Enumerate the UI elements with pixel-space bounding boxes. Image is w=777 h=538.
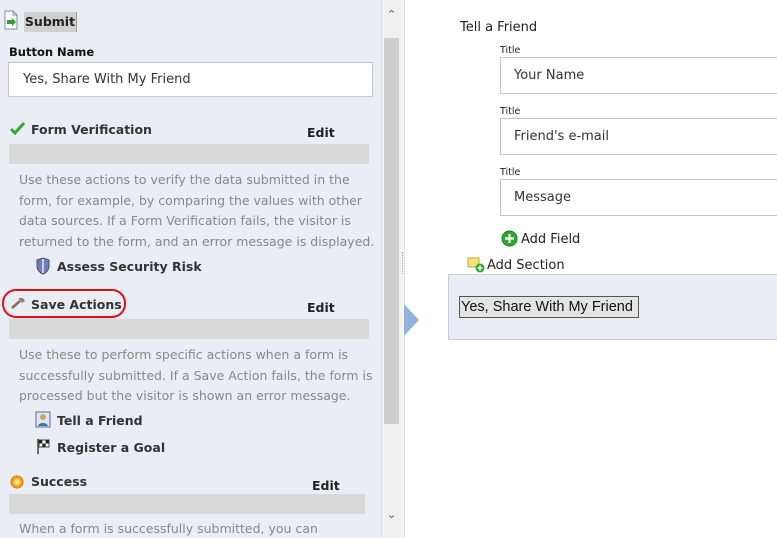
- form-title: Tell a Friend: [460, 20, 538, 35]
- success-drop-zone: [9, 494, 365, 514]
- add-section-link[interactable]: Add Section: [487, 258, 565, 273]
- field-title-label: Title: [500, 45, 521, 56]
- flag-icon: [35, 438, 51, 455]
- desc-line: form, for example, by comparing the valu…: [19, 192, 362, 208]
- success-heading: Success: [31, 474, 88, 489]
- preview-submit-button[interactable]: Yes, Share With My Friend: [459, 296, 639, 318]
- your-name-field[interactable]: [500, 57, 777, 94]
- save-actions-description: Use these to perform specific actions wh…: [19, 345, 372, 407]
- save-actions-edit-link[interactable]: Edit: [307, 300, 335, 315]
- desc-line: Use these actions to verify the data sub…: [19, 172, 350, 187]
- shield-icon: [35, 257, 51, 275]
- button-name-input[interactable]: [8, 62, 373, 97]
- desc-line: data sources. If a Form Verification fai…: [19, 213, 351, 228]
- vertical-scrollbar[interactable]: ⌃ ⌄: [381, 0, 402, 538]
- form-verification-description: Use these actions to verify the data sub…: [19, 170, 374, 252]
- submit-tab[interactable]: Submit: [24, 12, 77, 32]
- sun-icon: [10, 474, 24, 489]
- save-actions-highlight: [2, 289, 126, 318]
- desc-line: When a form is successfully submitted, y…: [19, 521, 318, 536]
- desc-line: returned to the form, and an error messa…: [19, 233, 375, 249]
- button-name-label: Button Name: [9, 45, 95, 59]
- page-add-icon[interactable]: [3, 10, 19, 30]
- message-field[interactable]: [500, 179, 777, 216]
- user-icon: [35, 411, 51, 428]
- splitter-grip[interactable]: [402, 252, 405, 274]
- pointer-arrow-icon: [404, 304, 419, 336]
- desc-line: successfully submitted. If a Save Action…: [19, 367, 373, 383]
- add-field-icon[interactable]: [501, 230, 518, 247]
- add-field-link[interactable]: Add Field: [521, 232, 580, 247]
- desc-line: Use these to perform specific actions wh…: [19, 347, 349, 362]
- form-verification-edit-link[interactable]: Edit: [307, 125, 335, 140]
- field-title-label: Title: [500, 106, 521, 117]
- success-description: When a form is successfully submitted, y…: [19, 519, 318, 538]
- add-section-icon[interactable]: [467, 256, 485, 273]
- form-verification-drop-zone: [9, 144, 369, 164]
- checkmark-icon: [9, 121, 26, 136]
- action-item-tell-a-friend[interactable]: Tell a Friend: [57, 413, 143, 428]
- scroll-down-icon[interactable]: ⌄: [382, 506, 401, 524]
- properties-panel: Submit Button Name Form Verification Edi…: [0, 0, 381, 538]
- desc-line: processed but the visitor is shown an er…: [19, 388, 351, 403]
- form-verification-heading: Form Verification: [31, 122, 152, 137]
- save-actions-drop-zone: [9, 319, 369, 339]
- success-edit-link[interactable]: Edit: [312, 478, 340, 493]
- scroll-thumb[interactable]: [384, 38, 399, 424]
- action-item-assess-security-risk[interactable]: Assess Security Risk: [57, 259, 202, 274]
- scroll-up-icon[interactable]: ⌃: [382, 6, 401, 24]
- action-item-register-a-goal[interactable]: Register a Goal: [57, 440, 165, 455]
- friends-email-field[interactable]: [500, 118, 777, 155]
- field-title-label: Title: [500, 167, 521, 178]
